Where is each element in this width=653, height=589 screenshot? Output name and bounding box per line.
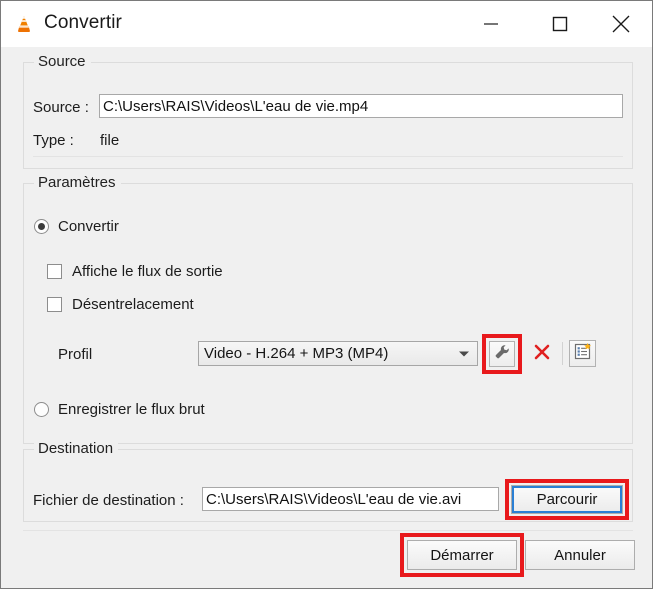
close-button[interactable] (598, 1, 644, 47)
toolbar-separator (562, 342, 563, 365)
profile-dropdown[interactable]: Video - H.264 + MP3 (MP4) (198, 341, 478, 366)
source-group-label: Source (34, 53, 91, 70)
red-x-icon (532, 342, 552, 367)
convert-radio[interactable]: Convertir (34, 218, 119, 235)
edit-profile-button[interactable] (489, 341, 515, 367)
convert-radio-label: Convertir (58, 218, 119, 235)
profile-label: Profil (58, 346, 93, 363)
wrench-icon (493, 343, 511, 366)
destination-group-label: Destination (34, 440, 119, 457)
footer-separator (23, 530, 633, 531)
maximize-button[interactable] (537, 1, 583, 47)
title-bar: Convertir (1, 1, 652, 47)
destination-file-label: Fichier de destination : (33, 492, 184, 509)
checkbox-unchecked-icon (47, 264, 62, 279)
show-output-label: Affiche le flux de sortie (72, 263, 223, 280)
raw-stream-radio[interactable]: Enregistrer le flux brut (34, 401, 205, 418)
browse-button[interactable]: Parcourir (511, 485, 623, 514)
vlc-cone-icon (12, 13, 36, 37)
radio-selected-icon (34, 219, 49, 234)
source-type-value: file (100, 132, 120, 149)
source-type-label: Type : (33, 132, 74, 149)
destination-file-input[interactable] (202, 487, 499, 511)
minimize-button[interactable] (468, 1, 514, 47)
delete-profile-button[interactable] (529, 341, 555, 367)
radio-unselected-icon (34, 402, 49, 417)
chevron-down-icon (459, 351, 469, 356)
raw-stream-radio-label: Enregistrer le flux brut (58, 401, 205, 418)
start-button[interactable]: Démarrer (407, 540, 517, 570)
profile-selected-value: Video - H.264 + MP3 (MP4) (204, 345, 389, 362)
cancel-button[interactable]: Annuler (525, 540, 635, 570)
checkbox-unchecked-icon (47, 297, 62, 312)
window-title: Convertir (44, 12, 122, 33)
new-profile-button[interactable] (569, 340, 596, 367)
parameters-group-label: Paramètres (34, 174, 121, 191)
source-path-label: Source : (33, 99, 89, 116)
convert-dialog-window: Convertir Source Source : Type : file Pa… (0, 0, 653, 589)
deinterlace-label: Désentrelacement (72, 296, 194, 313)
show-output-checkbox[interactable]: Affiche le flux de sortie (47, 263, 223, 280)
source-path-input[interactable] (99, 94, 623, 118)
source-separator (33, 156, 623, 157)
new-profile-icon (573, 342, 592, 366)
deinterlace-checkbox[interactable]: Désentrelacement (47, 296, 194, 313)
